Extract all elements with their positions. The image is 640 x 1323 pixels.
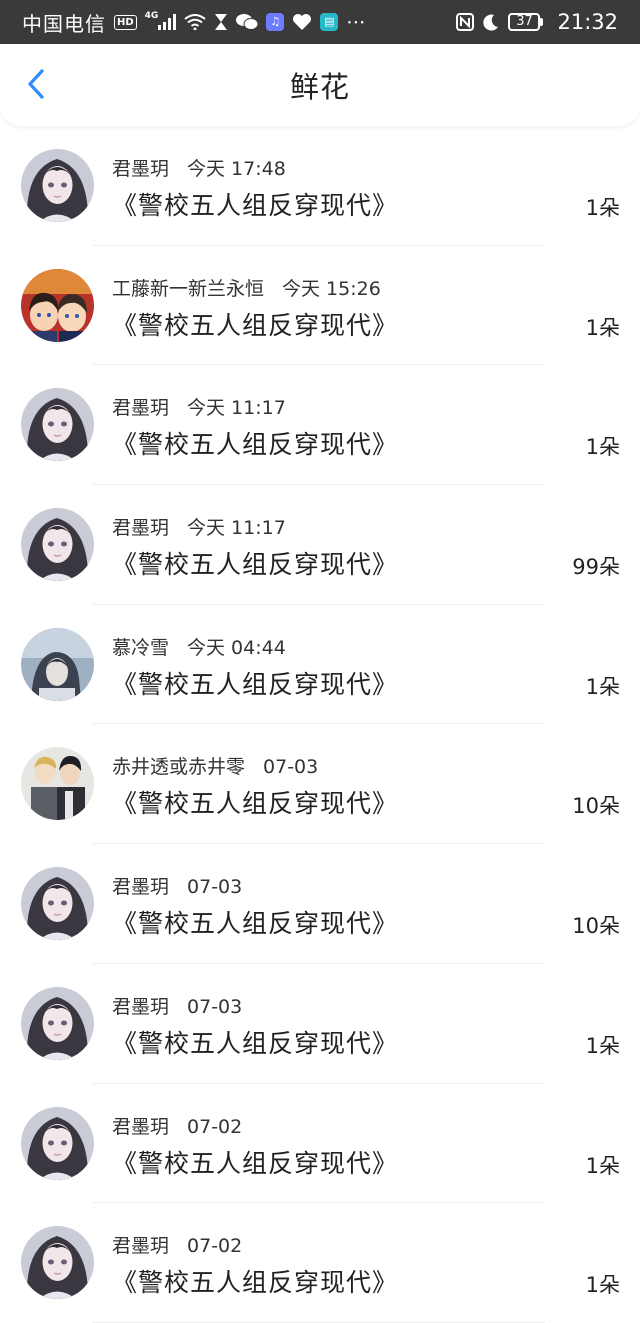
list-item[interactable]: 慕冷雪 今天 04:44 《警校五人组反穿现代》 1朵 bbox=[0, 605, 640, 725]
book-title[interactable]: 《警校五人组反穿现代》 bbox=[112, 545, 398, 581]
avatar[interactable] bbox=[21, 627, 94, 701]
item-meta: 赤井透或赤井零 07-03 bbox=[112, 752, 318, 779]
avatar[interactable] bbox=[21, 1106, 94, 1180]
avatar[interactable] bbox=[21, 149, 94, 222]
avatar[interactable] bbox=[21, 867, 94, 941]
timestamp: 今天 04:44 bbox=[187, 636, 286, 659]
wechat-icon bbox=[236, 13, 259, 31]
music-app-icon: ♫ bbox=[266, 13, 285, 31]
hourglass-icon bbox=[214, 13, 228, 31]
list-item[interactable]: 君墨玥 今天 11:17 《警校五人组反穿现代》 99朵 bbox=[0, 485, 640, 605]
avatar[interactable] bbox=[21, 1226, 94, 1300]
flower-count: 10朵 bbox=[572, 794, 620, 819]
timestamp: 今天 17:48 bbox=[187, 158, 286, 180]
page-header: 鲜花 bbox=[0, 44, 640, 126]
list-item[interactable]: 君墨玥 今天 11:17 《警校五人组反穿现代》 1朵 bbox=[0, 365, 640, 485]
timestamp: 今天 11:17 bbox=[187, 517, 286, 540]
book-title[interactable]: 《警校五人组反穿现代》 bbox=[112, 1263, 398, 1299]
avatar[interactable] bbox=[21, 268, 94, 342]
book-title[interactable]: 《警校五人组反穿现代》 bbox=[112, 665, 398, 701]
book-title[interactable]: 《警校五人组反穿现代》 bbox=[112, 784, 398, 820]
avatar[interactable] bbox=[21, 747, 94, 821]
more-dots-icon: ⋯ bbox=[346, 11, 366, 33]
flower-count: 1朵 bbox=[585, 435, 620, 460]
back-button[interactable] bbox=[14, 64, 58, 108]
status-bar-right: 37 21:32 bbox=[456, 10, 618, 34]
flower-count: 1朵 bbox=[585, 315, 620, 340]
username[interactable]: 君墨玥 bbox=[112, 1235, 169, 1257]
book-title[interactable]: 《警校五人组反穿现代》 bbox=[112, 1144, 398, 1180]
flower-count: 1朵 bbox=[585, 196, 620, 220]
battery-icon: 37 bbox=[508, 13, 544, 31]
list-item[interactable]: 君墨玥 07-03 《警校五人组反穿现代》 10朵 bbox=[0, 844, 640, 964]
avatar[interactable] bbox=[21, 986, 94, 1060]
page-title: 鲜花 bbox=[289, 70, 350, 104]
item-meta: 君墨玥 今天 11:17 bbox=[112, 393, 286, 420]
item-meta: 君墨玥 07-03 bbox=[112, 992, 242, 1019]
signal-icon: 4G bbox=[144, 11, 177, 30]
health-icon bbox=[292, 13, 312, 31]
item-meta: 君墨玥 今天 11:17 bbox=[112, 513, 286, 540]
nfc-icon bbox=[456, 13, 475, 31]
book-title[interactable]: 《警校五人组反穿现代》 bbox=[112, 186, 398, 222]
timestamp: 07-02 bbox=[187, 1115, 243, 1138]
book-title[interactable]: 《警校五人组反穿现代》 bbox=[112, 306, 398, 342]
username[interactable]: 君墨玥 bbox=[112, 1116, 169, 1138]
flower-count: 1朵 bbox=[585, 1153, 620, 1178]
item-meta: 君墨玥 07-02 bbox=[112, 1231, 242, 1258]
username[interactable]: 君墨玥 bbox=[112, 876, 169, 898]
flower-count: 1朵 bbox=[585, 674, 620, 699]
list-item[interactable]: 工藤新一新兰永恒 今天 15:26 《警校五人组反穿现代》 1朵 bbox=[0, 246, 640, 366]
item-meta: 工藤新一新兰永恒 今天 15:26 bbox=[112, 274, 381, 301]
list-item[interactable]: 君墨玥 07-02 《警校五人组反穿现代》 1朵 bbox=[0, 1203, 640, 1323]
status-bar-left: 中国电信 HD 4G ♫ ▤ ⋯ bbox=[22, 8, 365, 37]
book-title[interactable]: 《警校五人组反穿现代》 bbox=[112, 904, 398, 940]
moon-icon bbox=[482, 13, 500, 31]
reader-app-icon: ▤ bbox=[320, 13, 339, 31]
list-item[interactable]: 赤井透或赤井零 07-03 《警校五人组反穿现代》 10朵 bbox=[0, 724, 640, 844]
flower-count: 1朵 bbox=[585, 1033, 620, 1058]
chevron-left-icon bbox=[26, 68, 46, 104]
item-meta: 君墨玥 07-02 bbox=[112, 1112, 242, 1139]
item-meta: 君墨玥 07-03 bbox=[112, 872, 242, 899]
username[interactable]: 慕冷雪 bbox=[112, 637, 169, 659]
book-title[interactable]: 《警校五人组反穿现代》 bbox=[112, 425, 398, 461]
username[interactable]: 君墨玥 bbox=[112, 517, 169, 539]
timestamp: 07-02 bbox=[187, 1235, 243, 1258]
list-item[interactable]: 君墨玥 07-02 《警校五人组反穿现代》 1朵 bbox=[0, 1084, 640, 1204]
timestamp: 07-03 bbox=[187, 876, 243, 899]
username[interactable]: 工藤新一新兰永恒 bbox=[112, 278, 264, 300]
status-time: 21:32 bbox=[557, 10, 618, 34]
item-meta: 慕冷雪 今天 04:44 bbox=[112, 633, 286, 660]
username[interactable]: 君墨玥 bbox=[112, 158, 169, 180]
timestamp: 07-03 bbox=[263, 756, 319, 779]
avatar[interactable] bbox=[21, 388, 94, 462]
timestamp: 今天 11:17 bbox=[187, 397, 286, 420]
network-type: 4G bbox=[144, 11, 159, 21]
item-meta: 君墨玥 今天 17:48 bbox=[112, 154, 286, 181]
battery-level: 37 bbox=[508, 13, 541, 31]
list-item[interactable]: 君墨玥 今天 17:48 《警校五人组反穿现代》 1朵 bbox=[0, 126, 640, 246]
carrier-name: 中国电信 bbox=[22, 11, 106, 36]
flower-count: 10朵 bbox=[572, 914, 620, 939]
flower-record-list: 君墨玥 今天 17:48 《警校五人组反穿现代》 1朵 工藤新一新兰永恒 今天 15… bbox=[0, 126, 640, 1323]
flower-count: 1朵 bbox=[585, 1273, 620, 1298]
flower-count: 99朵 bbox=[572, 555, 620, 580]
timestamp: 今天 15:26 bbox=[282, 277, 381, 300]
username[interactable]: 君墨玥 bbox=[112, 397, 169, 419]
list-item[interactable]: 君墨玥 07-03 《警校五人组反穿现代》 1朵 bbox=[0, 964, 640, 1084]
wifi-icon bbox=[184, 14, 206, 30]
avatar[interactable] bbox=[21, 508, 94, 582]
book-title[interactable]: 《警校五人组反穿现代》 bbox=[112, 1024, 398, 1060]
username[interactable]: 赤井透或赤井零 bbox=[112, 756, 245, 778]
username[interactable]: 君墨玥 bbox=[112, 996, 169, 1018]
status-bar: 中国电信 HD 4G ♫ ▤ ⋯ 37 21:32 bbox=[0, 0, 640, 44]
timestamp: 07-03 bbox=[187, 995, 243, 1018]
hd-icon: HD bbox=[114, 14, 137, 30]
